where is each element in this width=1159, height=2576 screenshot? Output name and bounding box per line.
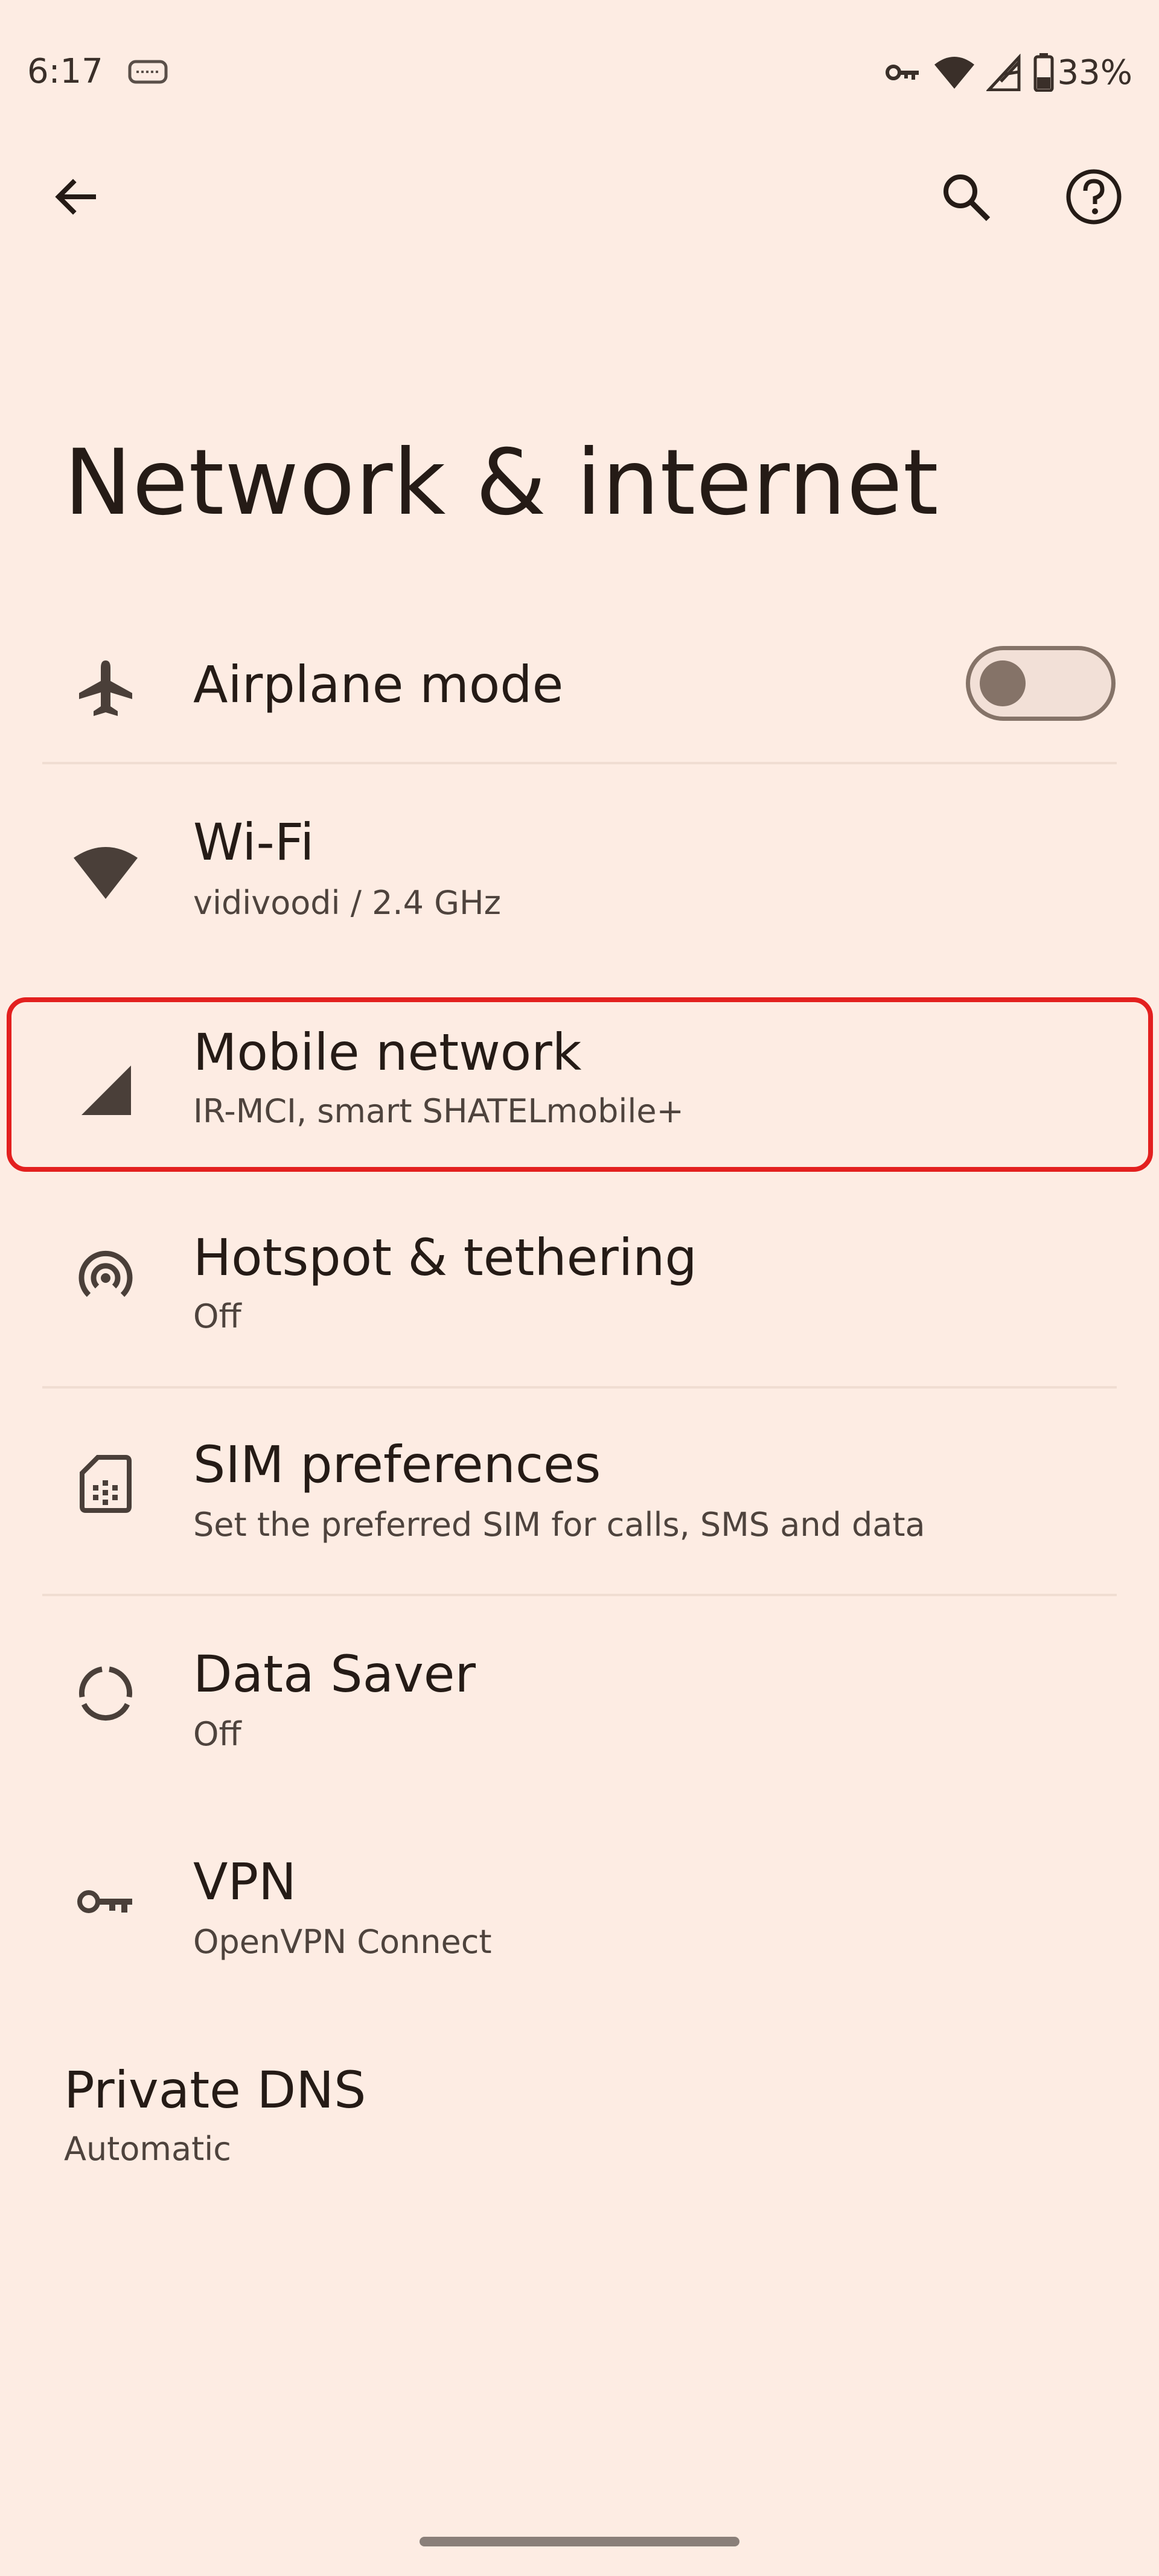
sim-card-icon bbox=[63, 1442, 148, 1526]
battery-icon bbox=[1033, 53, 1054, 92]
wifi-subtitle: vidivoodi / 2.4 GHz bbox=[193, 884, 501, 922]
sim-preferences-title: SIM preferences bbox=[193, 1435, 601, 1494]
page-title: Network & internet bbox=[64, 430, 939, 535]
cell-signal-icon bbox=[986, 54, 1021, 91]
back-button[interactable] bbox=[33, 156, 118, 240]
divider bbox=[42, 762, 1117, 764]
private-dns-subtitle: Automatic bbox=[64, 2130, 231, 2168]
wifi-icon bbox=[933, 55, 975, 90]
data-saver-item[interactable]: Data Saver Off bbox=[42, 1618, 1117, 1787]
status-icons: 33% bbox=[885, 48, 1132, 97]
highlight-box bbox=[7, 997, 1153, 1172]
wifi-item[interactable]: Wi-Fi vidivoodi / 2.4 GHz bbox=[42, 785, 1117, 978]
search-icon bbox=[940, 171, 992, 225]
vpn-item[interactable]: VPN OpenVPN Connect bbox=[42, 1826, 1117, 1995]
vpn-title: VPN bbox=[193, 1852, 296, 1911]
search-button[interactable] bbox=[924, 156, 1008, 240]
vpn-subtitle: OpenVPN Connect bbox=[193, 1923, 492, 1961]
divider bbox=[42, 1594, 1117, 1596]
sim-preferences-item[interactable]: SIM preferences Set the preferred SIM fo… bbox=[42, 1407, 1117, 1576]
wifi-icon bbox=[63, 830, 148, 915]
hotspot-icon bbox=[63, 1235, 148, 1319]
toggle-knob bbox=[980, 660, 1026, 706]
wifi-title: Wi-Fi bbox=[193, 813, 314, 872]
data-saver-subtitle: Off bbox=[193, 1715, 241, 1753]
notification-icon bbox=[128, 58, 168, 88]
divider bbox=[42, 1386, 1117, 1389]
navigation-handle[interactable] bbox=[420, 2537, 739, 2546]
help-icon bbox=[1065, 168, 1123, 228]
arrow-back-icon bbox=[51, 173, 100, 223]
vpn-key-icon bbox=[885, 60, 921, 85]
data-saver-title: Data Saver bbox=[193, 1644, 476, 1704]
battery-percent: 33% bbox=[1057, 53, 1132, 92]
airplane-icon bbox=[63, 646, 148, 730]
status-bar: 6:17 33% bbox=[0, 0, 1159, 145]
hotspot-title: Hotspot & tethering bbox=[193, 1228, 697, 1287]
vpn-key-icon bbox=[63, 1859, 148, 1944]
data-saver-icon bbox=[63, 1651, 148, 1736]
airplane-mode-title: Airplane mode bbox=[193, 655, 564, 714]
airplane-mode-item[interactable]: Airplane mode bbox=[42, 628, 1117, 749]
sim-preferences-subtitle: Set the preferred SIM for calls, SMS and… bbox=[193, 1506, 925, 1544]
hotspot-item[interactable]: Hotspot & tethering Off bbox=[42, 1201, 1117, 1370]
private-dns-item[interactable]: Private DNS Automatic bbox=[42, 2034, 1117, 2204]
hotspot-subtitle: Off bbox=[193, 1297, 241, 1335]
help-button[interactable] bbox=[1052, 156, 1136, 240]
private-dns-title: Private DNS bbox=[64, 2060, 366, 2120]
airplane-mode-toggle[interactable] bbox=[966, 646, 1116, 721]
status-time: 6:17 bbox=[27, 52, 103, 91]
